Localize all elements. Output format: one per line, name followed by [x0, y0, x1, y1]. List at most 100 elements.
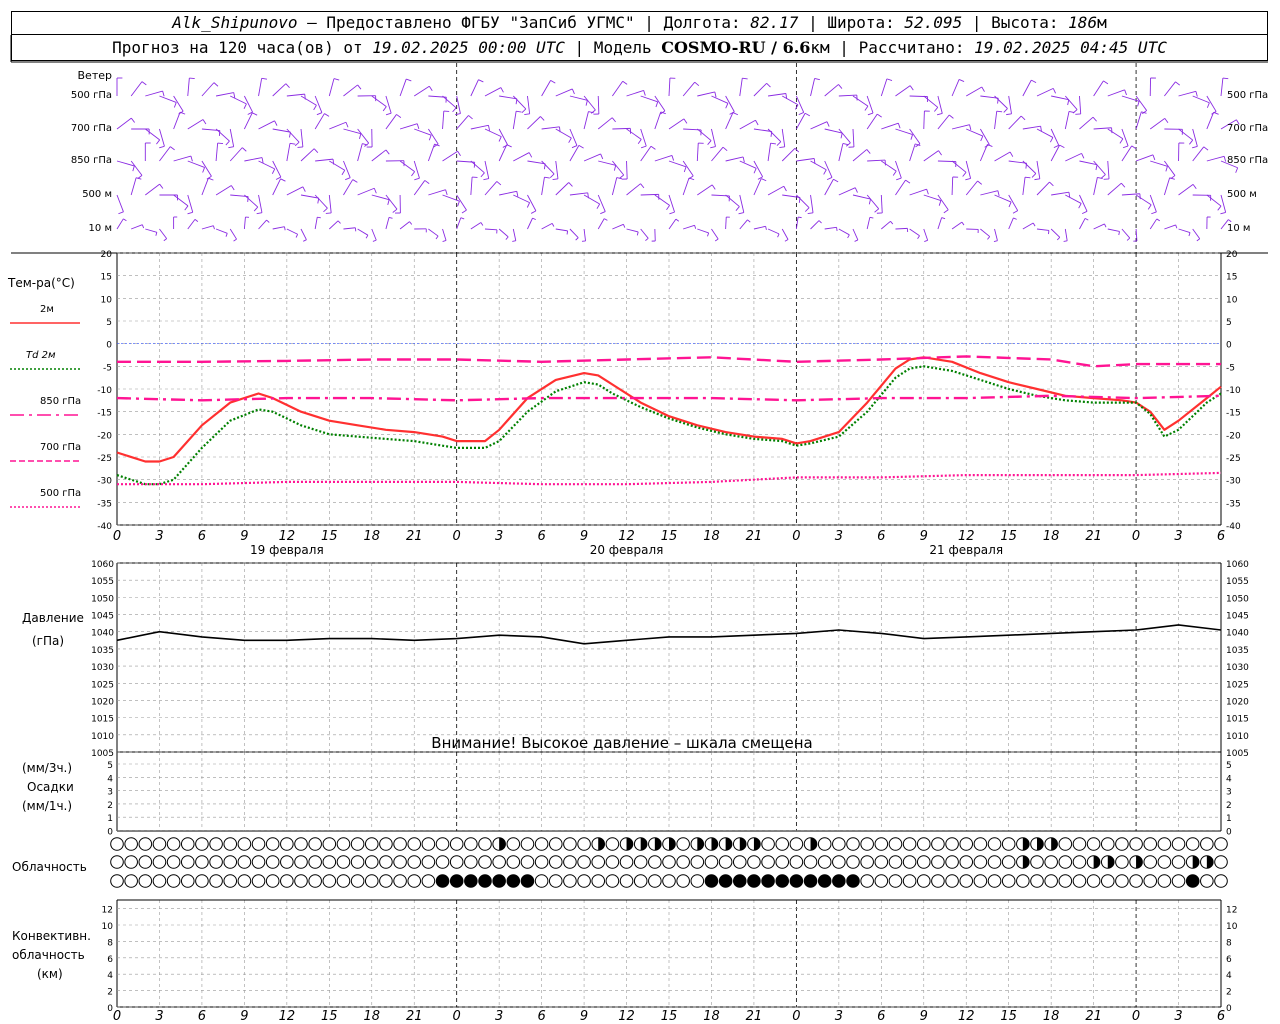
cloud-circle — [860, 837, 874, 851]
wind-barb — [1206, 155, 1225, 162]
cloud-circle — [534, 837, 549, 851]
wind-barb — [484, 128, 502, 138]
wind-barb — [1036, 228, 1049, 231]
convective-tick-label-right: 0 — [1226, 1004, 1232, 1014]
x-tick-label-bottom: 18 — [703, 1009, 720, 1024]
wind-barb — [583, 228, 586, 241]
cloud-circle — [860, 874, 874, 888]
wind-barb — [173, 95, 184, 112]
wind-barb-feather — [131, 117, 135, 123]
temp-series-4 — [117, 471, 1222, 486]
wind-barb — [966, 128, 983, 137]
cloud-circle — [1100, 837, 1115, 851]
pressure-tick-label-right: 1025 — [1226, 680, 1249, 690]
wind-barb — [824, 84, 839, 97]
x-tick-label-bottom: 21 — [406, 1009, 423, 1024]
cloud-circle — [152, 874, 167, 888]
wind-barb — [852, 228, 859, 241]
wind-barb — [1121, 128, 1129, 147]
wind-barb-feather — [711, 184, 716, 190]
wind-barb — [583, 194, 600, 205]
x-tick-label: 12 — [618, 529, 635, 544]
temp-tick-label-left: 20 — [101, 250, 113, 260]
cloud-circle — [251, 874, 266, 888]
cloud-circle — [676, 874, 690, 888]
wind-barb-feather — [650, 145, 656, 150]
wind-barb — [654, 95, 666, 112]
wind-barb-feather — [818, 220, 822, 224]
wind-barb — [286, 228, 298, 235]
wind-barb — [413, 180, 426, 196]
precip-tick-label-left: 4 — [107, 774, 113, 784]
wind-barb — [951, 124, 970, 130]
wind-barb-feather — [683, 118, 688, 124]
cloud-circle — [1157, 855, 1172, 869]
temp-tick-label-left: -25 — [97, 454, 112, 464]
wind-barb-feather — [640, 145, 647, 149]
cloud-circle — [704, 855, 719, 869]
wind-barb-feather — [977, 180, 983, 185]
wind-barb — [668, 194, 675, 213]
cloud-circle — [166, 855, 181, 869]
wind-barb-feather — [387, 199, 390, 205]
wind-barb — [498, 228, 509, 238]
cloud-circle — [916, 837, 931, 851]
cloud-circle-half — [739, 837, 747, 851]
cloud-circle — [393, 837, 407, 851]
cloud-circle — [676, 855, 690, 869]
cloud-circle — [577, 855, 591, 869]
wind-barb — [979, 144, 988, 162]
wind-barb-feather — [190, 155, 193, 162]
cloud-circle — [1143, 874, 1158, 888]
wind-barb — [513, 194, 530, 204]
wind-barb — [1121, 145, 1133, 162]
cloud-circle — [888, 874, 903, 888]
cloud-circle-full — [790, 874, 803, 888]
cloud-circle — [591, 874, 606, 888]
wind-barb-feather — [876, 113, 882, 118]
wind-barb-feather — [435, 235, 439, 240]
cloud-circle — [1129, 874, 1143, 888]
wind-barb — [329, 220, 339, 230]
cloud-circle — [421, 837, 436, 851]
cloud-circle-full — [804, 874, 817, 888]
wind-barb-feather — [233, 238, 237, 242]
cloud-circle-full — [492, 874, 506, 888]
cloud-circle — [1016, 874, 1030, 888]
cloud-circle — [223, 874, 238, 888]
wind-barb-feather — [1059, 144, 1065, 149]
pressure-tick-label-right: 1040 — [1226, 629, 1249, 639]
wind-barb-feather — [170, 146, 175, 151]
wind-barb-feather — [524, 113, 530, 115]
wind-barb — [739, 219, 748, 230]
wind-barb — [1178, 90, 1197, 97]
wind-barb — [357, 143, 363, 162]
wind-barb — [923, 150, 939, 162]
wind-barb — [1206, 194, 1222, 207]
cloud-circle-half — [626, 837, 633, 851]
cloud-circle — [138, 874, 153, 888]
wind-barb — [640, 145, 652, 162]
cloud-circle — [1214, 837, 1228, 851]
wind-barb-feather — [1118, 231, 1120, 236]
wind-barb — [640, 128, 647, 147]
pressure-title: Давление — [22, 611, 84, 625]
wind-barb-feather — [1121, 182, 1126, 188]
wind-barb-feather — [1078, 203, 1082, 209]
wind-barb-feather — [766, 82, 771, 88]
precip-tick-label-right: 0 — [1226, 828, 1232, 838]
wind-barb-feather — [202, 119, 207, 125]
cloud-circle — [605, 855, 620, 869]
wind-barb-feather — [838, 84, 843, 89]
wind-barb-feather — [1156, 218, 1161, 222]
wind-barb — [1192, 228, 1201, 239]
cloud-circle — [1115, 874, 1129, 888]
wind-barb — [994, 228, 998, 241]
wind-barb-feather — [455, 113, 461, 116]
cloud-circle — [237, 874, 252, 888]
cloud-circle — [676, 837, 690, 851]
convective-title-3: (км) — [37, 967, 63, 981]
wind-barb — [937, 95, 943, 114]
wind-barb-feather — [742, 156, 745, 163]
cloud-circle — [464, 855, 478, 869]
